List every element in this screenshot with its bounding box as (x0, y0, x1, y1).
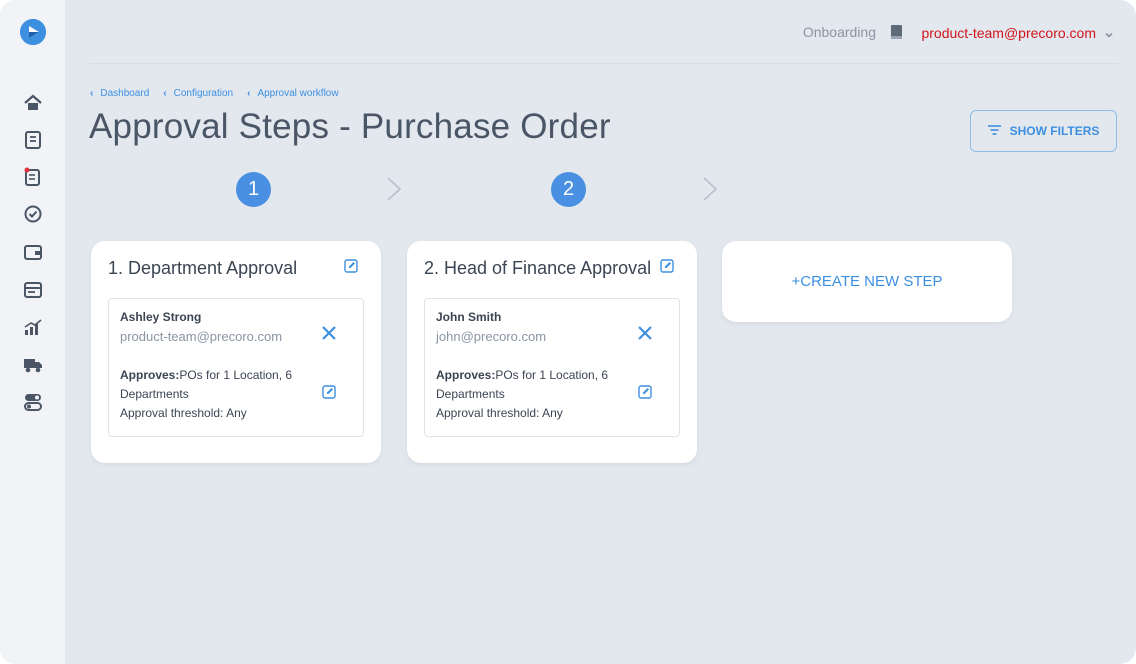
approver-name: John Smith (436, 310, 502, 324)
chevron-left-icon: ‹ (163, 88, 167, 99)
main-content: Onboarding product-team@precoro.com ‹ Das… (65, 0, 1136, 664)
step-title: 1. Department Approval (108, 258, 298, 278)
user-email-menu[interactable]: product-team@precoro.com (921, 25, 1096, 41)
delivery-truck-icon[interactable] (22, 354, 44, 376)
step-indicator-1[interactable]: 1 (236, 172, 271, 207)
close-icon[interactable] (637, 325, 653, 341)
step-card: 1. Department Approval Ashley Strong pro… (91, 241, 381, 463)
invoice-card-icon[interactable] (22, 279, 44, 301)
chevron-left-icon: ‹ (90, 88, 94, 99)
breadcrumb-approval-workflow[interactable]: ‹ Approval workflow (247, 88, 339, 99)
page-title: Approval Steps - Purchase Order (89, 107, 611, 146)
step-title: 2. Head of Finance Approval (424, 258, 652, 278)
onboarding-link[interactable]: Onboarding (803, 24, 876, 40)
filter-icon (987, 124, 1001, 138)
step-indicator-2[interactable]: 2 (551, 172, 586, 207)
chevron-right-icon (702, 176, 718, 202)
approval-threshold: Approval threshold: Any (436, 406, 563, 420)
requisition-icon[interactable] (22, 129, 44, 151)
chevron-down-icon[interactable] (1104, 27, 1114, 38)
chevron-right-icon (386, 176, 402, 202)
approver-description: Approves:POs for 1 Location, 6 Departmen… (436, 366, 636, 423)
step-card: 2. Head of Finance Approval John Smith j… (407, 241, 697, 463)
create-new-step-button[interactable]: +CREATE NEW STEP (722, 241, 1012, 322)
breadcrumb: ‹ Dashboard ‹ Configuration ‹ Approval work… (90, 88, 339, 99)
approver-box: John Smith john@precoro.com Approves:POs… (424, 298, 680, 437)
approver-email: john@precoro.com (436, 329, 547, 344)
book-icon[interactable] (890, 24, 903, 40)
breadcrumb-label: Configuration (173, 88, 234, 99)
breadcrumb-label: Dashboard (100, 88, 150, 99)
approver-name: Ashley Strong (120, 310, 202, 324)
wallet-icon[interactable] (22, 241, 44, 263)
settings-toggles-icon[interactable] (22, 391, 44, 413)
edit-icon[interactable] (343, 258, 359, 274)
show-filters-label: SHOW FILTERS (1009, 124, 1100, 138)
show-filters-button[interactable]: SHOW FILTERS (970, 110, 1117, 152)
approval-threshold: Approval threshold: Any (120, 406, 247, 420)
create-new-step-label: +CREATE NEW STEP (791, 273, 943, 290)
edit-icon[interactable] (637, 384, 653, 400)
close-icon[interactable] (321, 325, 337, 341)
purchase-order-icon[interactable] (22, 166, 44, 188)
breadcrumb-dashboard[interactable]: ‹ Dashboard (90, 88, 149, 99)
app-window: Onboarding product-team@precoro.com ‹ Das… (0, 0, 1136, 664)
approver-description: Approves:POs for 1 Location, 6 Departmen… (120, 366, 320, 423)
top-bar: Onboarding product-team@precoro.com (89, 0, 1118, 64)
approves-label: Approves: (120, 368, 180, 382)
edit-icon[interactable] (659, 258, 675, 274)
play-logo-icon[interactable] (20, 19, 46, 45)
breadcrumb-configuration[interactable]: ‹ Configuration (163, 88, 233, 99)
analytics-icon[interactable] (22, 317, 44, 339)
home-icon[interactable] (22, 92, 44, 114)
approver-email: product-team@precoro.com (120, 329, 283, 344)
approvals-check-icon[interactable] (22, 203, 44, 225)
edit-icon[interactable] (321, 384, 337, 400)
sidebar (0, 0, 65, 664)
approver-box: Ashley Strong product-team@precoro.com A… (108, 298, 364, 437)
breadcrumb-label: Approval workflow (257, 88, 339, 99)
chevron-left-icon: ‹ (247, 88, 251, 99)
approves-label: Approves: (436, 368, 496, 382)
